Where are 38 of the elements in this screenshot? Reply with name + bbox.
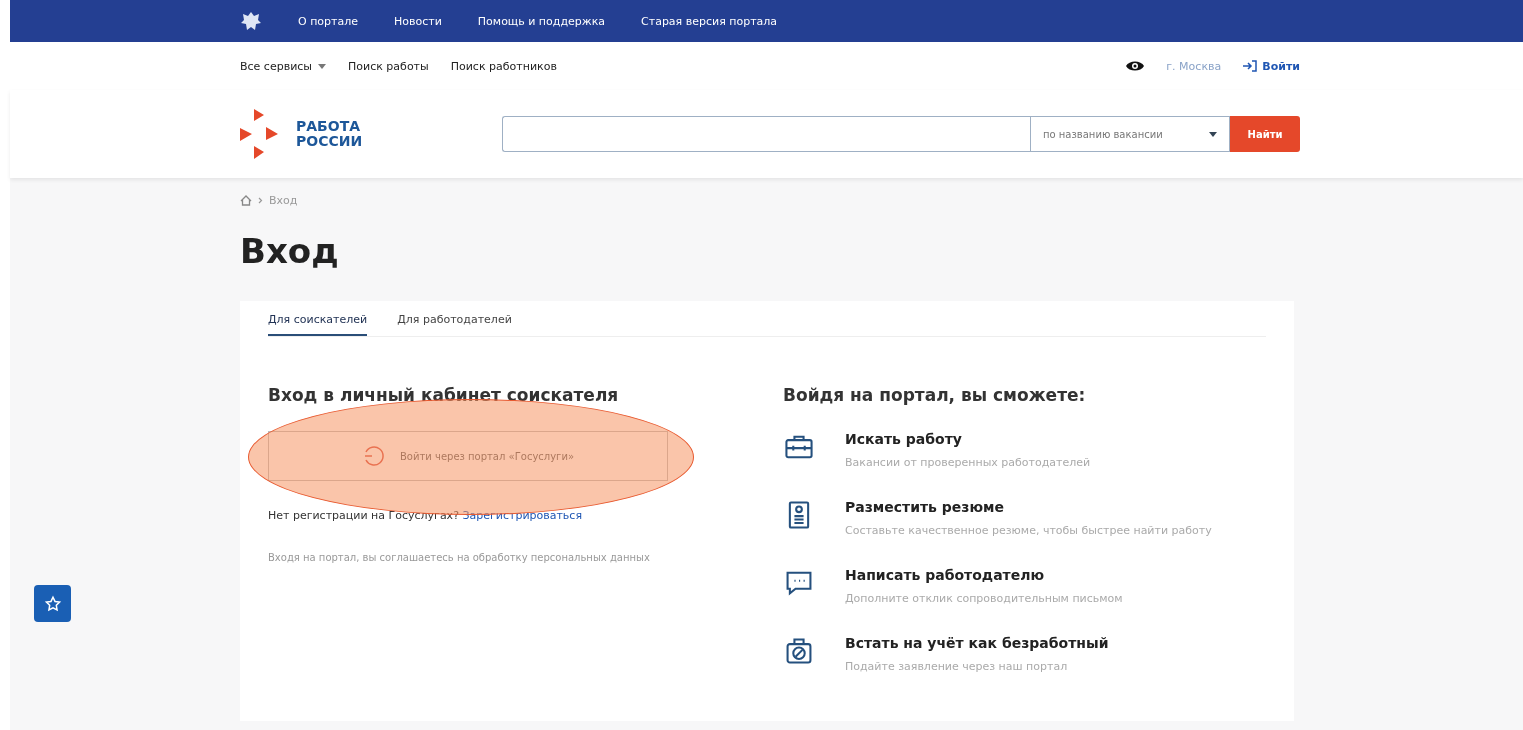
caret-icon [318, 63, 327, 69]
feature-text: Дополните отклик сопроводительным письмом [845, 591, 1124, 607]
feature-title: Встать на учёт как безработный [845, 635, 1110, 651]
register-link[interactable]: Зарегистрироваться [462, 509, 583, 522]
no-account-text: Нет регистрации на Госуслугах? Зарегистрироваться [268, 509, 584, 522]
feature-title: Разместить резюме [845, 499, 1006, 515]
feature-title: Написать работодателю [845, 567, 1046, 583]
top-nav-link[interactable]: Помощь и поддержка [477, 14, 606, 28]
top-nav-link[interactable]: Старая версия портала [641, 14, 778, 28]
page-title: Вход [240, 231, 340, 271]
breadcrumb-item: Вход [269, 194, 298, 207]
caret-icon [1209, 131, 1217, 137]
login-link[interactable]: Войти [1243, 59, 1300, 73]
nav-link[interactable]: Поиск работников [450, 59, 557, 73]
eye-icon[interactable] [1126, 60, 1145, 72]
favorites-button[interactable] [34, 585, 71, 622]
search-field[interactable] [502, 116, 1030, 152]
tab[interactable]: Для соискателей [268, 301, 368, 336]
chevron-icon [258, 197, 263, 204]
top-nav-link[interactable]: Новости [394, 14, 442, 28]
gosuslugi-logo-icon [362, 444, 386, 468]
feature-title: Искать работу [845, 431, 963, 447]
consent-text: Входя на портал, вы соглашаетесь на обработку персональных данных [268, 552, 651, 563]
feature-text: Вакансии от проверенных работодателей [845, 455, 1092, 471]
search-mode-dropdown[interactable]: по названию вакансии [1030, 116, 1230, 152]
feature-text: Подайте заявление через наш портал [845, 659, 1069, 675]
emblem-icon [240, 10, 262, 32]
tab[interactable]: Для работодателей [397, 301, 512, 336]
find-button[interactable]: Найти [1230, 116, 1300, 152]
star-icon [43, 594, 62, 613]
services-dropdown[interactable]: Все сервисы [240, 59, 327, 73]
home-icon[interactable] [240, 195, 252, 206]
nav-link[interactable]: Поиск работы [348, 59, 429, 73]
top-nav-link[interactable]: О портале [298, 14, 358, 28]
login-icon [1243, 60, 1258, 72]
section-title: Войдя на портал, вы сможете: [783, 385, 1087, 405]
logo-text: РАБОТА РОССИИ [296, 119, 363, 149]
feature-text: Составьте качественное резюме, чтобы быстрее найти работу [845, 523, 1213, 539]
